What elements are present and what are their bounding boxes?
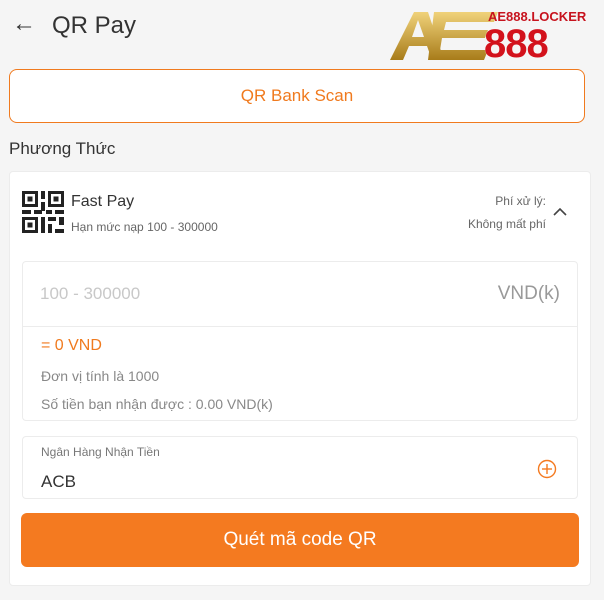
amount-input[interactable] (22, 261, 578, 327)
converted-amount: = 0 VND (41, 337, 102, 354)
header: ← QR Pay AE888.LOCKER 888 (0, 0, 604, 66)
currency-label: VND(k) (497, 283, 560, 304)
qr-bank-scan-button[interactable]: QR Bank Scan (9, 69, 585, 123)
fee-label: Phí xử lý: (495, 194, 546, 208)
page-title: QR Pay (52, 12, 137, 39)
fee-value: Không mất phí (467, 217, 546, 231)
back-arrow-icon[interactable]: ← (10, 10, 38, 38)
qr-code-icon (22, 191, 64, 233)
scan-qr-submit-button[interactable]: Quét mã code QR (21, 513, 579, 567)
method-limit: Hạn mức nạp 100 - 300000 (71, 220, 218, 234)
chevron-up-icon[interactable] (550, 202, 570, 222)
method-section-label: Phương Thức (9, 139, 116, 158)
receive-amount-note: Số tiền bạn nhận được : 0.00 VND(k) (41, 396, 273, 412)
method-name[interactable]: Fast Pay (71, 193, 134, 211)
brand-logo: AE888.LOCKER 888 (388, 4, 588, 66)
logo-number-text: 888 (484, 22, 549, 66)
unit-note: Đơn vị tính là 1000 (41, 368, 160, 384)
bank-label: Ngân Hàng Nhận Tiền (41, 445, 160, 459)
bank-value: ACB (41, 472, 76, 491)
plus-circle-icon[interactable] (537, 459, 557, 479)
